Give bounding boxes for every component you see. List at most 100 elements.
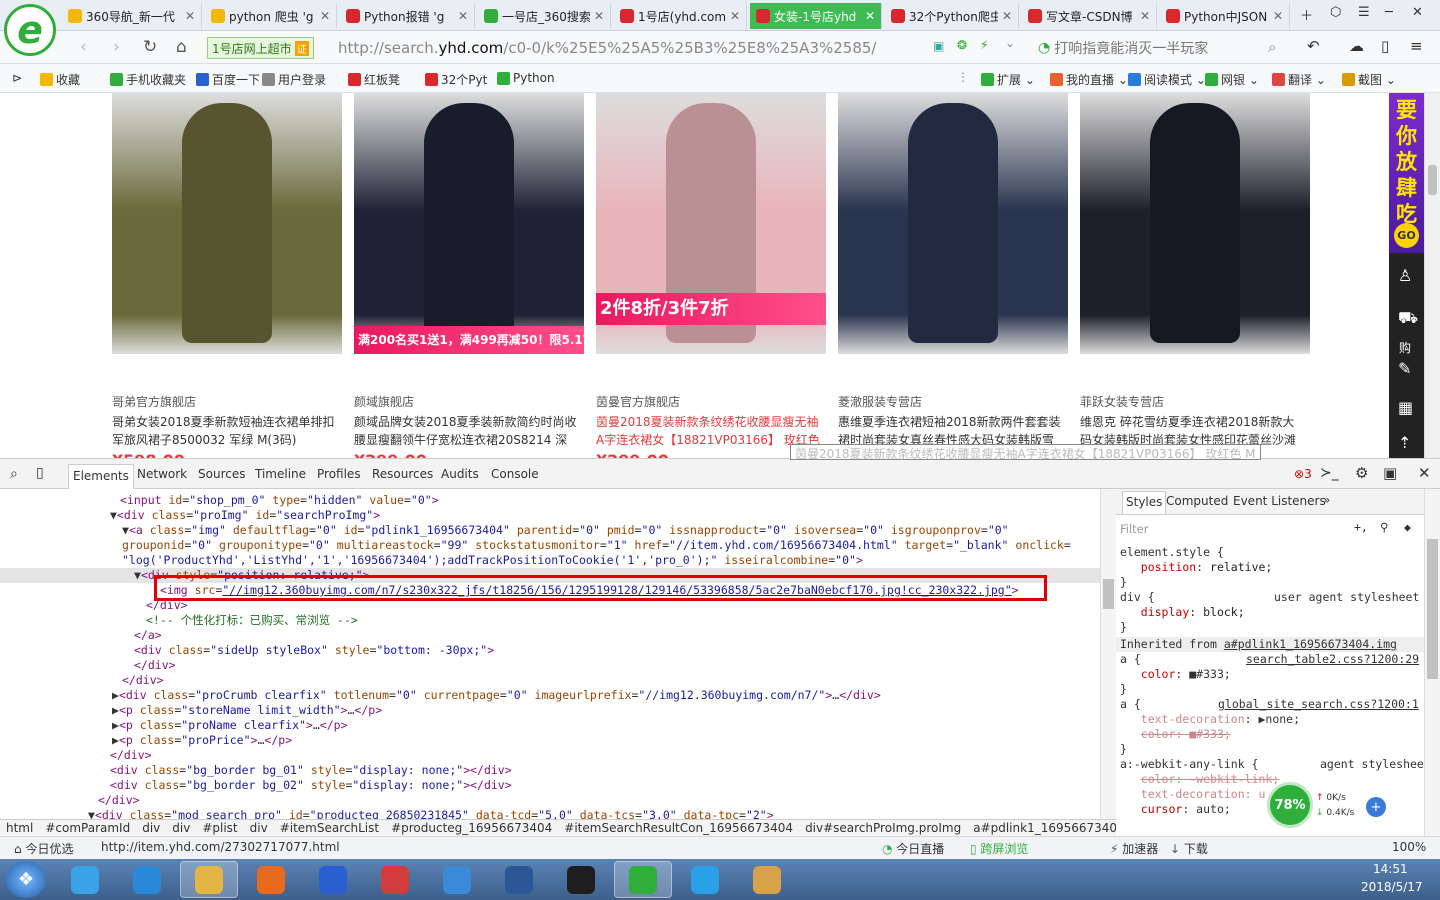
- bookmark-7[interactable]: Python: [497, 71, 555, 85]
- dom-line[interactable]: ▼<div class="mod_search_pro" id="product…: [88, 808, 774, 819]
- add-rule-icon[interactable]: +,: [1354, 520, 1368, 535]
- breadcrumb-item[interactable]: div: [244, 820, 274, 837]
- product-card[interactable]: 菱澈服装专营店 惠维夏季连衣裙短袖2018新款两件套套装裙时尚套装女真丝春性感大码…: [838, 93, 1068, 458]
- tab-1[interactable]: 360导航_新一代 ✕: [62, 3, 202, 29]
- styles-pane[interactable]: Styles Computed Event Listeners» Filter +,…: [1116, 489, 1424, 837]
- toolbar-item-4[interactable]: 网银 ⌄: [1205, 71, 1259, 88]
- back-icon[interactable]: ‹: [80, 37, 87, 57]
- status-tool-2[interactable]: ▯ 跨屏浏览: [970, 840, 1028, 857]
- store-name[interactable]: 哥弟官方旗舰店: [112, 393, 196, 410]
- taskbar-word-app[interactable]: [490, 861, 548, 898]
- dom-line[interactable]: </div>: [134, 658, 176, 673]
- browser-logo[interactable]: e: [4, 4, 56, 56]
- toggle-state-icon[interactable]: ◆: [1404, 520, 1411, 535]
- styles-scrollbar[interactable]: [1424, 489, 1440, 837]
- dom-line[interactable]: </div>: [110, 748, 152, 763]
- devtools-tab-sources[interactable]: Sources: [198, 467, 245, 481]
- tab-close-icon[interactable]: ✕: [1002, 9, 1012, 23]
- tab-7[interactable]: 32个Python爬虫 ✕: [885, 3, 1019, 29]
- device-mode-icon[interactable]: ▯: [36, 465, 44, 481]
- undo-icon[interactable]: ↶: [1307, 37, 1320, 55]
- speed-ball-add-icon[interactable]: +: [1366, 797, 1386, 817]
- taskbar-feiqiu-app[interactable]: [428, 861, 486, 898]
- edit-icon[interactable]: ✎: [1398, 359, 1411, 378]
- breadcrumb-item[interactable]: div#searchProImg.proImg: [799, 820, 967, 837]
- dom-scroll-thumb[interactable]: [1103, 579, 1114, 609]
- menu-icon[interactable]: ☰: [1358, 5, 1370, 20]
- inspect-icon[interactable]: ⌕: [10, 466, 18, 482]
- tab-3[interactable]: Python报错 'g ✕: [340, 3, 475, 29]
- product-image[interactable]: [112, 93, 342, 354]
- restore-tab-icon[interactable]: ⬡: [1330, 5, 1341, 20]
- reload-icon[interactable]: ↻: [143, 37, 157, 57]
- taskbar-explorer-app[interactable]: [180, 861, 238, 898]
- dom-line[interactable]: ▶<p class="proPrice">…</p>: [112, 733, 292, 748]
- dom-line[interactable]: </div>: [122, 673, 164, 688]
- dom-line[interactable]: grouponid="0" grouponitype="0" multiarea…: [122, 538, 1071, 553]
- dom-line[interactable]: ▼<div class="proImg" id="searchProImg">: [110, 508, 380, 523]
- dom-line[interactable]: "log('ProductYhd','ListYhd','1','1695667…: [122, 553, 863, 568]
- qrcode-icon[interactable]: ▦: [1398, 398, 1413, 417]
- styles-filter-input[interactable]: Filter: [1120, 522, 1148, 537]
- minimize-button[interactable]: ─: [1385, 5, 1393, 20]
- dom-line[interactable]: <div class="bg_border bg_01" style="disp…: [110, 763, 512, 778]
- dom-line[interactable]: ▼<a class="img" defaultflag="0" id="pdli…: [122, 523, 1009, 538]
- product-name[interactable]: 哥弟女装2018夏季新款短袖连衣裙单排扣军旅风裙子8500032 军绿 M(3码…: [112, 413, 336, 449]
- devtools-tab-elements[interactable]: Elements: [68, 464, 134, 489]
- breadcrumb-item[interactable]: div: [166, 820, 196, 837]
- tab-2[interactable]: python 爬虫 'g ✕: [205, 3, 337, 29]
- home-icon[interactable]: ⌂: [176, 37, 187, 57]
- search-input[interactable]: ◔ 打响指竟能消灭一半玩家: [1030, 36, 1288, 60]
- store-name[interactable]: 颜域旗舰店: [354, 393, 414, 410]
- dock-icon[interactable]: ▣: [1383, 464, 1397, 482]
- settings-menu-icon[interactable]: ≡: [1410, 37, 1423, 55]
- user-icon[interactable]: ♙: [1398, 266, 1412, 285]
- breadcrumb-item[interactable]: #itemSearchList: [274, 820, 385, 837]
- bookmark-2[interactable]: 手机收藏夹: [110, 71, 186, 88]
- product-image[interactable]: [1080, 93, 1310, 354]
- dom-line[interactable]: <input id="shop_pm_0" type="hidden" valu…: [120, 493, 439, 508]
- taskbar-ie-360-app[interactable]: [56, 861, 114, 898]
- devtools-tab-audits[interactable]: Audits: [441, 467, 479, 481]
- ad-go-button[interactable]: GO: [1394, 223, 1419, 248]
- dom-line[interactable]: ▶<p class="proName clearfix">…</p>: [112, 718, 348, 733]
- product-image[interactable]: 满200名买1送1，满499再减50！限5.17: [354, 93, 584, 354]
- back-to-top-icon[interactable]: ⇡: [1398, 433, 1411, 452]
- store-name[interactable]: 茵曼官方旗舰店: [596, 393, 680, 410]
- product-card[interactable]: 2件8折/3件7折 茵曼官方旗舰店 茵曼2018夏装新款条纹绣花收腰显瘦无袖A字连衣…: [596, 93, 826, 458]
- toolbar-item-1[interactable]: 扩展 ⌄: [981, 71, 1035, 88]
- tab-close-icon[interactable]: ✕: [320, 9, 330, 23]
- devtools-settings-icon[interactable]: ⚙: [1355, 464, 1368, 482]
- more-icon[interactable]: ⋮: [957, 70, 969, 84]
- sidebar-toggle-icon[interactable]: ⊳: [12, 71, 22, 85]
- breadcrumb-item[interactable]: html: [0, 820, 39, 837]
- product-image[interactable]: [838, 93, 1068, 354]
- tab-close-icon[interactable]: ✕: [1273, 9, 1283, 23]
- dom-tree[interactable]: <input id="shop_pm_0" type="hidden" valu…: [0, 489, 1100, 819]
- toolbar-item-2[interactable]: 我的直播 ⌄: [1050, 71, 1128, 88]
- tab-6[interactable]: 女装-1号店yhd ✕: [750, 3, 882, 29]
- tab-close-icon[interactable]: ✕: [185, 9, 195, 23]
- product-name[interactable]: 颜域品牌女装2018夏季装新款简约时尚收腰显瘦翻领牛仔宽松连衣裙20S8214 …: [354, 413, 578, 449]
- taskbar-pycharm-app[interactable]: [552, 861, 610, 898]
- devtools-tab-console[interactable]: Console: [491, 467, 539, 481]
- dom-line[interactable]: <!-- 个性化打标：已购买、常浏览 -->: [146, 613, 358, 628]
- styles-tab-2[interactable]: Computed: [1166, 494, 1228, 509]
- taskbar-browser-360-app[interactable]: [614, 861, 672, 898]
- console-drawer-icon[interactable]: ≻_: [1320, 465, 1339, 481]
- store-name[interactable]: 菲跃女装专营店: [1080, 393, 1164, 410]
- devtools-tab-resources[interactable]: Resources: [372, 467, 433, 481]
- site-identity-badge[interactable]: 1号店网上超市 证: [207, 37, 314, 59]
- page-scrollbar[interactable]: [1424, 93, 1440, 458]
- url-input[interactable]: http://search.yhd.com/c0-0/k%25E5%25A5%2…: [338, 39, 876, 57]
- speed-ball[interactable]: 78%: [1267, 782, 1313, 828]
- cart-icon[interactable]: ⛟: [1398, 308, 1418, 329]
- dom-scrollbar[interactable]: [1100, 489, 1116, 819]
- tab-4[interactable]: 一号店_360搜索 ✕: [478, 3, 611, 29]
- status-tool-3[interactable]: ⚡ 加速器: [1110, 840, 1158, 857]
- status-tool-1[interactable]: ◔ 今日直播: [882, 840, 944, 857]
- breadcrumb-item[interactable]: div: [136, 820, 166, 837]
- devtools-tab-profiles[interactable]: Profiles: [317, 467, 361, 481]
- toolbar-item-3[interactable]: 阅读模式 ⌄: [1128, 71, 1206, 88]
- dom-line[interactable]: </a>: [134, 628, 162, 643]
